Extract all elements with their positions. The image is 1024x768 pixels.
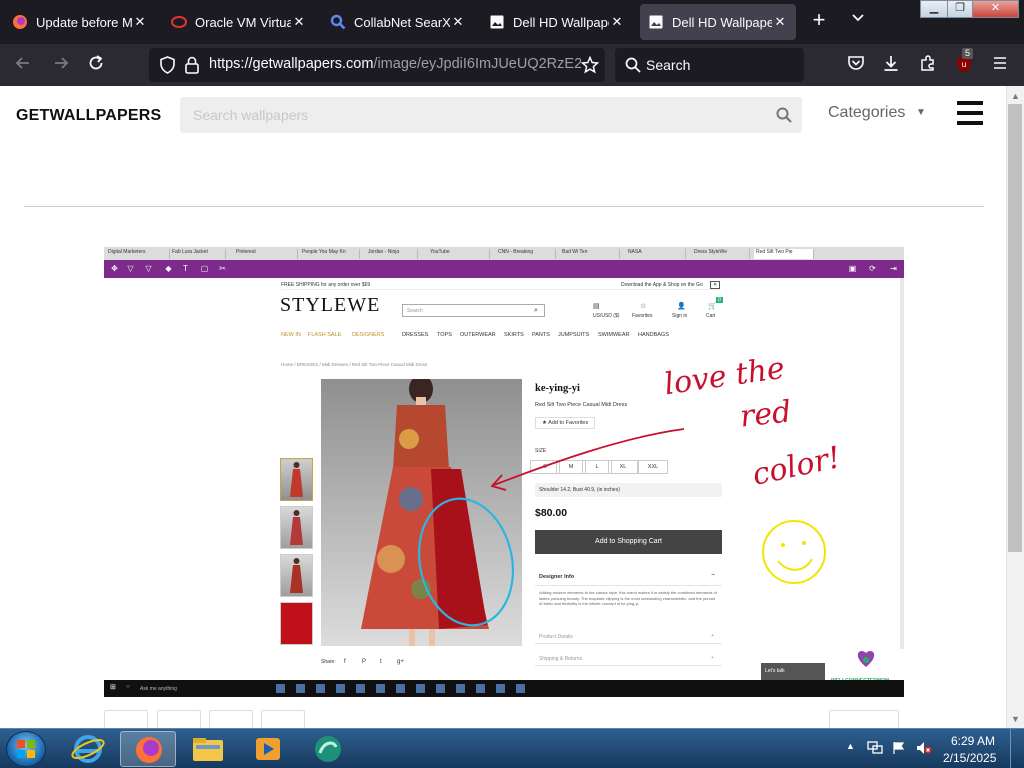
- back-arrow-icon[interactable]: [12, 54, 34, 76]
- tray-expand-arrow-icon[interactable]: ▲: [846, 741, 855, 751]
- lock-icon[interactable]: [185, 56, 199, 79]
- firefox-taskbar-icon[interactable]: [120, 731, 176, 767]
- windows-logo-icon: ⊞: [110, 684, 116, 691]
- url-path: /image/eyJpdiI6ImJUeUQ2RzE2M: [373, 56, 581, 72]
- annotation-arrow: [493, 428, 685, 486]
- scroll-up-arrow-icon[interactable]: ▲: [1011, 91, 1020, 101]
- reload-icon[interactable]: [85, 54, 107, 76]
- app-globe-taskbar-icon[interactable]: [300, 731, 356, 767]
- taskbar-apps: [276, 684, 536, 693]
- smiley-eye: [781, 543, 785, 547]
- oracle-icon: [171, 14, 187, 30]
- ublock-shield-icon[interactable]: u 5: [953, 48, 975, 76]
- search-bar[interactable]: Search: [615, 48, 804, 82]
- internet-explorer-taskbar-icon[interactable]: [60, 731, 116, 767]
- tab-strip: Update before Mar ✕ Oracle VM VirtualB ✕…: [0, 0, 1024, 44]
- tab-label: Dell HD Wallpaper: [672, 14, 772, 30]
- bookmark-star-icon[interactable]: [580, 55, 600, 79]
- categories-dropdown[interactable]: Categories: [828, 104, 905, 122]
- network-icon[interactable]: [867, 741, 883, 758]
- tab-update[interactable]: Update before Mar ✕: [4, 4, 156, 40]
- windows-taskbar: ▲ 6:29 AM 2/15/2025: [0, 728, 1024, 768]
- list-all-tabs-chevron-icon[interactable]: [848, 12, 868, 32]
- close-icon[interactable]: ✕: [132, 14, 148, 30]
- close-icon[interactable]: ✕: [772, 14, 788, 30]
- svg-text:u: u: [961, 60, 966, 69]
- smiley-face: [762, 520, 826, 584]
- close-window-button[interactable]: ✕: [972, 0, 1019, 18]
- minimize-button[interactable]: ▁: [920, 0, 948, 18]
- search-icon: [625, 57, 641, 78]
- new-tab-plus-icon[interactable]: +: [808, 9, 830, 32]
- smiley-mouth: [777, 558, 813, 571]
- clock-date[interactable]: 2/15/2025: [943, 751, 996, 765]
- inner-win10-taskbar: ⊞ ○ Ask me anything: [104, 680, 904, 697]
- navigation-toolbar: https://getwallpapers.com/image/eyJpdiI6…: [0, 44, 1024, 86]
- maximize-button[interactable]: ❐: [947, 0, 973, 18]
- smiley-eye: [802, 541, 806, 545]
- tab-label: CollabNet SearXNG: [354, 14, 450, 30]
- scroll-thumb[interactable]: [1008, 104, 1022, 552]
- tab-label: Update before Mar: [36, 14, 132, 30]
- tab-label: Oracle VM VirtualB: [195, 14, 291, 30]
- annotation-red: red: [738, 394, 794, 435]
- site-logo[interactable]: GETWALLPAPERS: [16, 107, 161, 125]
- wallpaper-image[interactable]: Digital Marketers Fab Lura Jacket Pinter…: [104, 247, 904, 697]
- scroll-down-arrow-icon[interactable]: ▼: [1011, 714, 1020, 724]
- tab-dell-wallpaper[interactable]: Dell HD Wallpaper ✕: [481, 4, 633, 40]
- file-explorer-taskbar-icon[interactable]: [180, 731, 236, 767]
- forward-arrow-icon[interactable]: [50, 54, 72, 76]
- lets-talk-chat: Let's talk: [761, 663, 825, 680]
- clock-time[interactable]: 6:29 AM: [951, 734, 995, 748]
- close-icon[interactable]: ✕: [450, 14, 466, 30]
- image-icon: [489, 14, 505, 30]
- tab-searxng[interactable]: CollabNet SearXNG ✕: [322, 4, 474, 40]
- image-icon: [648, 14, 664, 30]
- search-icon[interactable]: [776, 107, 792, 128]
- divider: [24, 206, 984, 207]
- url-host: https://getwallpapers.com: [209, 56, 374, 72]
- blue-ellipse: [417, 497, 515, 627]
- close-icon[interactable]: ✕: [609, 14, 625, 30]
- start-button[interactable]: [6, 731, 46, 767]
- url-text[interactable]: https://getwallpapers.com/image/eyJpdiI6…: [209, 56, 581, 72]
- downloads-icon[interactable]: [880, 54, 902, 76]
- close-icon[interactable]: ✕: [291, 14, 307, 30]
- firefox-icon: [12, 14, 28, 30]
- site-menu-icon[interactable]: [957, 101, 983, 125]
- hamburger-menu-icon[interactable]: [989, 54, 1011, 76]
- show-desktop-button[interactable]: [1010, 729, 1024, 768]
- address-bar[interactable]: https://getwallpapers.com/image/eyJpdiI6…: [149, 48, 605, 82]
- cortana-search-text: Ask me anything: [140, 686, 177, 692]
- search-icon: [330, 14, 346, 30]
- cortana-circle-icon: ○: [126, 684, 130, 690]
- search-placeholder: Search: [646, 57, 691, 73]
- wallpaper-search-input[interactable]: Search wallpapers: [180, 97, 802, 133]
- extension-badge: 5: [962, 48, 974, 59]
- volume-muted-icon[interactable]: [916, 741, 932, 758]
- caret-down-icon[interactable]: ▼: [916, 107, 926, 118]
- tab-oracle[interactable]: Oracle VM VirtualB ✕: [163, 4, 315, 40]
- tab-label: Dell HD Wallpaper: [513, 14, 609, 30]
- pocket-icon[interactable]: [845, 54, 867, 76]
- shield-icon[interactable]: [159, 56, 176, 79]
- tab-dell-wallpaper-active[interactable]: Dell HD Wallpaper ✕: [640, 4, 796, 40]
- extensions-puzzle-icon[interactable]: [917, 54, 939, 76]
- search-placeholder: Search wallpapers: [193, 107, 309, 123]
- action-center-flag-icon[interactable]: [892, 741, 906, 758]
- media-player-taskbar-icon[interactable]: [240, 731, 296, 767]
